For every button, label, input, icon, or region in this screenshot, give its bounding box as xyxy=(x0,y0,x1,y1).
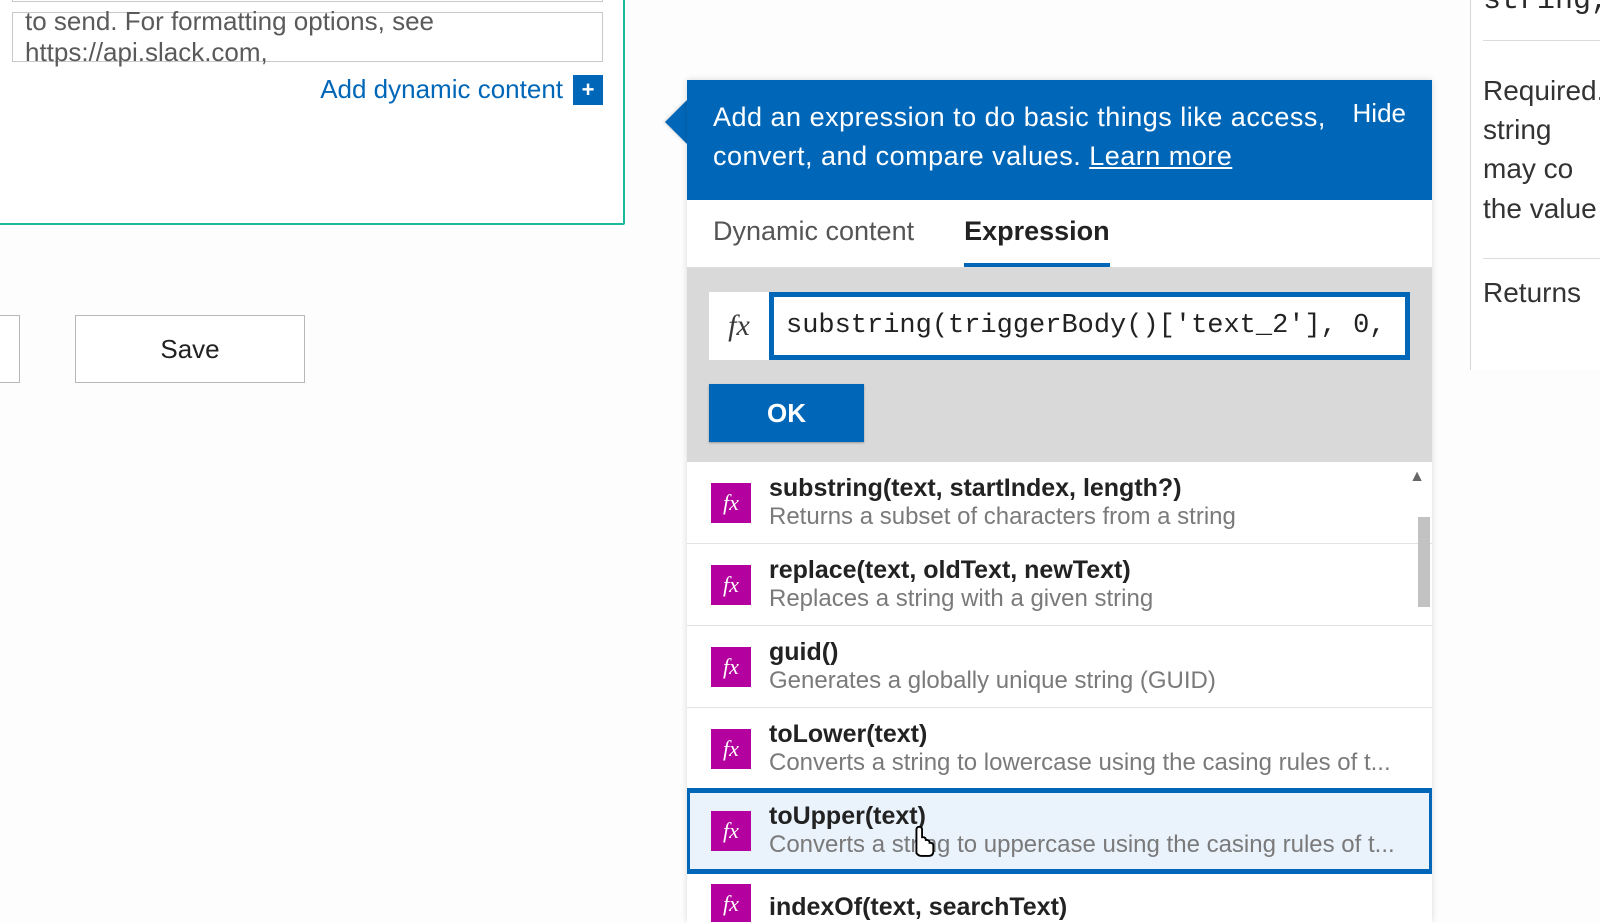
fn-item-tolower[interactable]: fx toLower(text) Converts a string to lo… xyxy=(687,708,1432,790)
fx-badge-icon: fx xyxy=(711,884,751,922)
fx-icon: fx xyxy=(709,292,769,360)
fn-desc: Converts a string to lowercase using the… xyxy=(769,749,1408,777)
add-dynamic-content-row: Add dynamic content + xyxy=(2,62,613,105)
fx-badge-icon: fx xyxy=(711,565,751,605)
fn-name: guid() xyxy=(769,638,1408,667)
doc-line: Required. xyxy=(1483,71,1600,110)
doc-line: may co xyxy=(1483,149,1600,188)
popover-tabs: Dynamic content Expression xyxy=(687,200,1432,268)
hide-link[interactable]: Hide xyxy=(1353,98,1406,176)
popover-header: Add an expression to do basic things lik… xyxy=(687,80,1432,200)
fn-desc: Generates a globally unique string (GUID… xyxy=(769,667,1408,695)
expression-popover: Add an expression to do basic things lik… xyxy=(687,80,1432,922)
doc-side-panel: string, Required. string may co the valu… xyxy=(1470,0,1600,370)
fx-badge-icon: fx xyxy=(711,483,751,523)
doc-line: string xyxy=(1483,110,1600,149)
popover-header-text: Add an expression to do basic things lik… xyxy=(713,98,1333,176)
expression-input-wrap xyxy=(769,292,1410,360)
function-list[interactable]: ▲ fx substring(text, startIndex, length?… xyxy=(687,462,1432,922)
expression-input[interactable] xyxy=(780,303,1399,349)
popover-header-message: Add an expression to do basic things lik… xyxy=(713,102,1326,171)
fx-badge-icon: fx xyxy=(711,729,751,769)
save-button-label: Save xyxy=(160,334,219,365)
fn-name: substring(text, startIndex, length?) xyxy=(769,474,1408,503)
learn-more-link[interactable]: Learn more xyxy=(1089,141,1232,171)
ok-button-label: OK xyxy=(767,398,806,429)
doc-returns: Returns xyxy=(1483,258,1600,312)
fn-desc: Replaces a string with a given string xyxy=(769,585,1408,613)
fx-badge-icon: fx xyxy=(711,811,751,851)
popover-arrow-icon xyxy=(665,100,687,144)
message-input[interactable]: to send. For formatting options, see htt… xyxy=(12,12,603,62)
fn-name: toLower(text) xyxy=(769,720,1408,749)
fn-desc: Returns a subset of characters from a st… xyxy=(769,503,1408,531)
fn-desc: Converts a string to uppercase using the… xyxy=(769,831,1408,859)
add-dynamic-content-link[interactable]: Add dynamic content xyxy=(320,74,563,105)
fn-item-indexof[interactable]: fx indexOf(text, searchText) xyxy=(687,872,1432,922)
expression-bar: fx OK xyxy=(687,268,1432,462)
message-placeholder: to send. For formatting options, see htt… xyxy=(25,6,590,68)
secondary-button[interactable] xyxy=(0,315,20,383)
scroll-up-icon[interactable]: ▲ xyxy=(1408,468,1426,486)
doc-code: string, xyxy=(1483,0,1600,41)
fn-item-substring[interactable]: fx substring(text, startIndex, length?) … xyxy=(687,462,1432,544)
fx-badge-icon: fx xyxy=(711,647,751,687)
add-dynamic-plus-icon[interactable]: + xyxy=(573,75,603,105)
doc-line: the value xyxy=(1483,189,1600,228)
fn-item-guid[interactable]: fx guid() Generates a globally unique st… xyxy=(687,626,1432,708)
flow-action-card: to send. For formatting options, see htt… xyxy=(0,0,625,225)
fn-name: indexOf(text, searchText) xyxy=(769,887,1408,922)
tab-expression[interactable]: Expression xyxy=(964,216,1110,267)
channel-input[interactable] xyxy=(12,0,603,2)
tab-dynamic-content[interactable]: Dynamic content xyxy=(713,216,914,267)
scrollbar-thumb[interactable] xyxy=(1418,517,1430,607)
save-button[interactable]: Save xyxy=(75,315,305,383)
fn-item-replace[interactable]: fx replace(text, oldText, newText) Repla… xyxy=(687,544,1432,626)
ok-button[interactable]: OK xyxy=(709,384,864,442)
fn-name: replace(text, oldText, newText) xyxy=(769,556,1408,585)
fn-name: toUpper(text) xyxy=(769,802,1408,831)
fn-item-toupper[interactable]: fx toUpper(text) Converts a string to up… xyxy=(687,790,1432,872)
